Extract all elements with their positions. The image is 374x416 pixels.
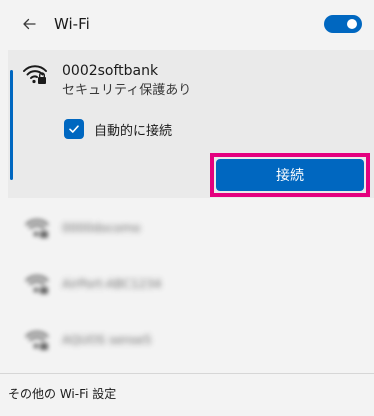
secured-wifi-icon — [23, 65, 47, 84]
checkbox-checked[interactable] — [64, 119, 84, 139]
network-name: 0000docomo — [62, 221, 141, 235]
network-name: AQUOS sense5 — [62, 333, 152, 347]
network-name: AirPort-ABC1234 — [62, 277, 162, 291]
more-wifi-settings-link[interactable]: その他の Wi-Fi 設定 — [8, 386, 116, 402]
wifi-toggle[interactable] — [324, 15, 362, 33]
wifi-header: Wi-Fi — [0, 0, 374, 48]
auto-connect-label: 自動的に接続 — [94, 123, 173, 139]
toggle-knob — [347, 19, 357, 29]
network-item[interactable]: 0000docomo — [8, 202, 374, 258]
network-name: 0002softbank — [62, 63, 159, 79]
network-item[interactable]: AirPort-ABC1234 — [8, 258, 374, 314]
connect-button[interactable]: 接続 — [216, 159, 364, 191]
secured-wifi-icon — [25, 275, 49, 294]
footer-divider — [0, 373, 374, 374]
back-button[interactable] — [18, 13, 40, 35]
auto-connect-checkbox[interactable]: 自動的に接続 — [64, 118, 172, 140]
network-security-status: セキュリティ保護あり — [62, 83, 192, 98]
wifi-flyout-panel: Wi-Fi 0002softbank セキュリティ保護あり 自動的に接続 接続 … — [0, 0, 374, 416]
page-title: Wi-Fi — [54, 15, 90, 33]
network-item[interactable]: AQUOS sense5 — [8, 314, 374, 370]
back-arrow-icon — [23, 18, 36, 30]
checkmark-icon — [69, 125, 79, 133]
secured-wifi-icon — [25, 331, 49, 350]
selected-network-card: 0002softbank セキュリティ保護あり 自動的に接続 接続 — [8, 50, 374, 198]
selection-indicator — [10, 70, 13, 180]
secured-wifi-icon — [25, 219, 49, 238]
